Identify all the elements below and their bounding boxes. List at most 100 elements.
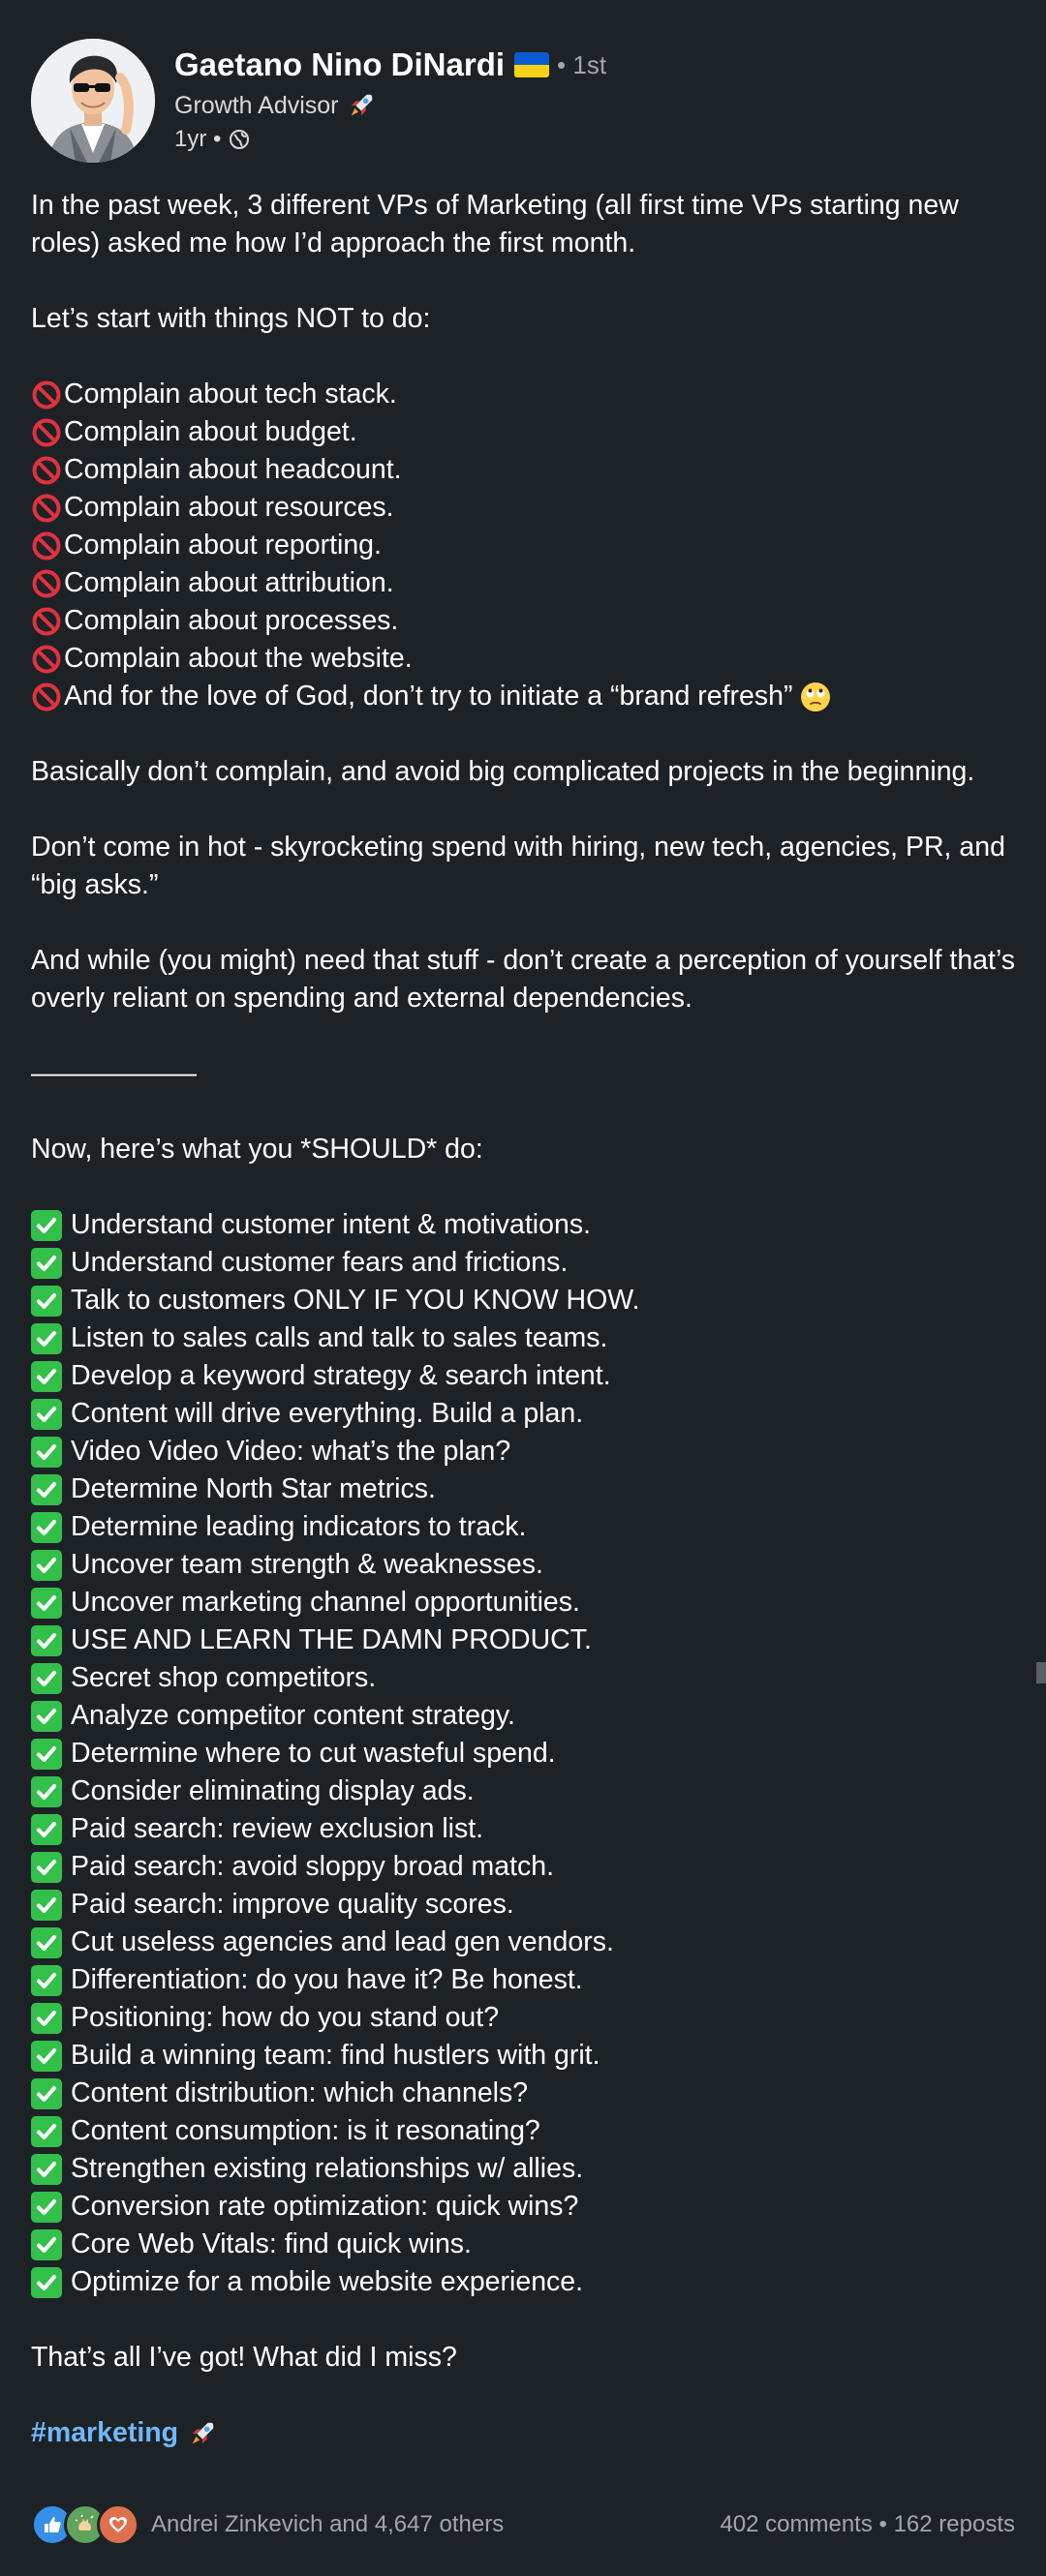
check-mark-icon [31,2002,62,2034]
check-mark-icon [31,1700,62,1732]
should-do-item: Strengthen existing relationships w/ all… [31,2150,1019,2188]
post-intro: In the past week, 3 different VPs of Mar… [31,190,959,258]
post-time-row: 1yr • [174,126,606,153]
should-do-item: Conversion rate optimization: quick wins… [31,2188,1019,2226]
social-bar: Andrei Zinkevich and 4,647 others 402 co… [31,2503,1015,2546]
should-do-item-text: Determine where to cut wasteful spend. [71,1738,556,1769]
should-do-item-text: Understand customer fears and frictions. [71,1247,569,1278]
divider-text: —————— [31,1058,197,1089]
check-mark-icon [31,2153,62,2185]
check-mark-icon [31,2191,62,2223]
should-do-item-text: Understand customer intent & motivations… [71,1209,592,1240]
should-do-item: Talk to customers ONLY IF YOU KNOW HOW. [31,1282,1019,1319]
should-do-item-text: Develop a keyword strategy & search inte… [71,1360,611,1391]
ukraine-flag-icon [514,52,550,77]
should-do-item: Content consumption: is it resonating? [31,2112,1019,2150]
not-to-do-item: And for the love of God, don’t try to in… [31,678,1019,715]
hashtag-link[interactable]: #marketing [31,2414,178,2452]
should-do-item: Determine leading indicators to track. [31,1508,1019,1546]
should-do-item-text: Content consumption: is it resonating? [71,2115,540,2146]
check-mark-icon [31,1436,62,1468]
not-to-do-item: Complain about budget. [31,413,1019,451]
check-mark-icon [31,1624,62,1656]
should-do-item: Build a winning team: find hustlers with… [31,2037,1019,2075]
not-to-do-item: Complain about reporting. [31,527,1019,564]
should-do-item-text: Optimize for a mobile website experience… [71,2266,584,2297]
should-do-item: Understand customer fears and frictions. [31,1244,1019,1282]
check-mark-icon [31,1549,62,1581]
not-to-do-item: Complain about resources. [31,489,1019,527]
not-to-do-list: Complain about tech stack. Complain about… [31,376,1019,715]
should-do-item-text: Paid search: avoid sloppy broad match. [71,1851,555,1882]
check-mark-icon [31,1285,62,1317]
check-mark-icon [31,2228,62,2260]
author-meta: Gaetano Nino DiNardi • 1st Growth Adviso… [174,45,606,153]
scrollbar-thumb[interactable] [1036,1662,1046,1683]
not-to-do-item-text: Complain about headcount. [64,454,402,485]
check-mark-icon [31,1360,62,1392]
should-do-item-text: Content distribution: which channels? [71,2077,529,2108]
should-do-item-text: Cut useless agencies and lead gen vendor… [71,1926,614,1957]
should-do-item-text: Paid search: review exclusion list. [71,1813,484,1844]
check-mark-icon [31,1322,62,1354]
not-to-do-item-text: Complain about budget. [64,416,357,447]
check-mark-icon [31,1587,62,1619]
not-to-do-item-text: Complain about processes. [64,605,399,636]
author-headline: Growth Advisor [174,91,339,119]
not-to-do-item-text: Complain about tech stack. [64,379,397,409]
check-mark-icon [31,1662,62,1694]
comments-reposts-count[interactable]: 402 comments • 162 reposts [720,2511,1015,2538]
should-do-item: Uncover marketing channel opportunities. [31,1584,1019,1621]
face-with-rolling-eyes-icon [801,682,831,712]
check-mark-icon [31,2077,62,2109]
should-do-item-text: Positioning: how do you stand out? [71,2002,500,2033]
should-do-item: Understand customer intent & motivations… [31,1206,1019,1244]
should-do-item: Paid search: improve quality scores. [31,1886,1019,1924]
author-name[interactable]: Gaetano Nino DiNardi [174,46,505,83]
prohibited-icon [32,682,61,711]
should-do-item-text: Uncover marketing channel opportunities. [71,1587,580,1618]
reactions-count[interactable]: Andrei Zinkevich and 4,647 others [151,2511,504,2538]
should-do-item: Differentiation: do you have it? Be hone… [31,1961,1019,1999]
rocket-icon [192,2422,214,2443]
should-do-item-text: Build a winning team: find hustlers with… [71,2040,600,2071]
should-do-item: Core Web Vitals: find quick wins. [31,2226,1019,2263]
author-name-row: Gaetano Nino DiNardi • 1st [174,45,606,85]
should-do-item: USE AND LEARN THE DAMN PRODUCT. [31,1621,1019,1659]
should-do-item-text: Talk to customers ONLY IF YOU KNOW HOW. [71,1285,640,1316]
not-to-do-item: Complain about processes. [31,602,1019,640]
basically-paragraph: Basically don’t complain, and avoid big … [31,756,975,787]
should-do-item: Content distribution: which channels? [31,2075,1019,2112]
should-do-item: Determine North Star metrics. [31,1470,1019,1508]
love-reaction-icon [97,2503,139,2546]
prohibited-icon [32,607,61,635]
not-to-do-item-text: And for the love of God, don’t try to in… [64,681,793,712]
prohibited-icon [32,380,61,409]
author-avatar[interactable] [31,39,155,163]
should-do-item: Consider eliminating display ads. [31,1773,1019,1810]
check-mark-icon [31,1209,62,1241]
globe-icon [230,130,250,149]
perception-paragraph: And while (you might) need that stuff - … [31,945,1016,1014]
check-mark-icon [31,1964,62,1996]
should-do-item-text: Secret shop competitors. [71,1662,377,1693]
should-do-item: Determine where to cut wasteful spend. [31,1735,1019,1773]
closing-question: That’s all I’ve got! What did I miss? [31,2342,457,2373]
prohibited-icon [32,645,61,673]
rocket-icon [351,94,372,116]
not-to-do-item: Complain about tech stack. [31,376,1019,413]
check-mark-icon [31,1473,62,1505]
not-to-do-item: Complain about headcount. [31,451,1019,489]
prohibited-icon [32,494,61,522]
should-do-item-text: Uncover team strength & weaknesses. [71,1549,543,1580]
prohibited-icon [32,569,61,597]
should-do-item: Optimize for a mobile website experience… [31,2263,1019,2301]
not-to-do-item-text: Complain about reporting. [64,530,382,561]
reaction-icons[interactable] [31,2503,139,2546]
should-do-item-text: Differentiation: do you have it? Be hone… [71,1964,583,1995]
should-do-item: Video Video Video: what’s the plan? [31,1433,1019,1470]
not-to-do-item-text: Complain about resources. [64,492,394,523]
should-do-item-text: Listen to sales calls and talk to sales … [71,1322,608,1353]
should-do-item-text: Content will drive everything. Build a p… [71,1398,584,1429]
should-do-item: Uncover team strength & weaknesses. [31,1546,1019,1584]
